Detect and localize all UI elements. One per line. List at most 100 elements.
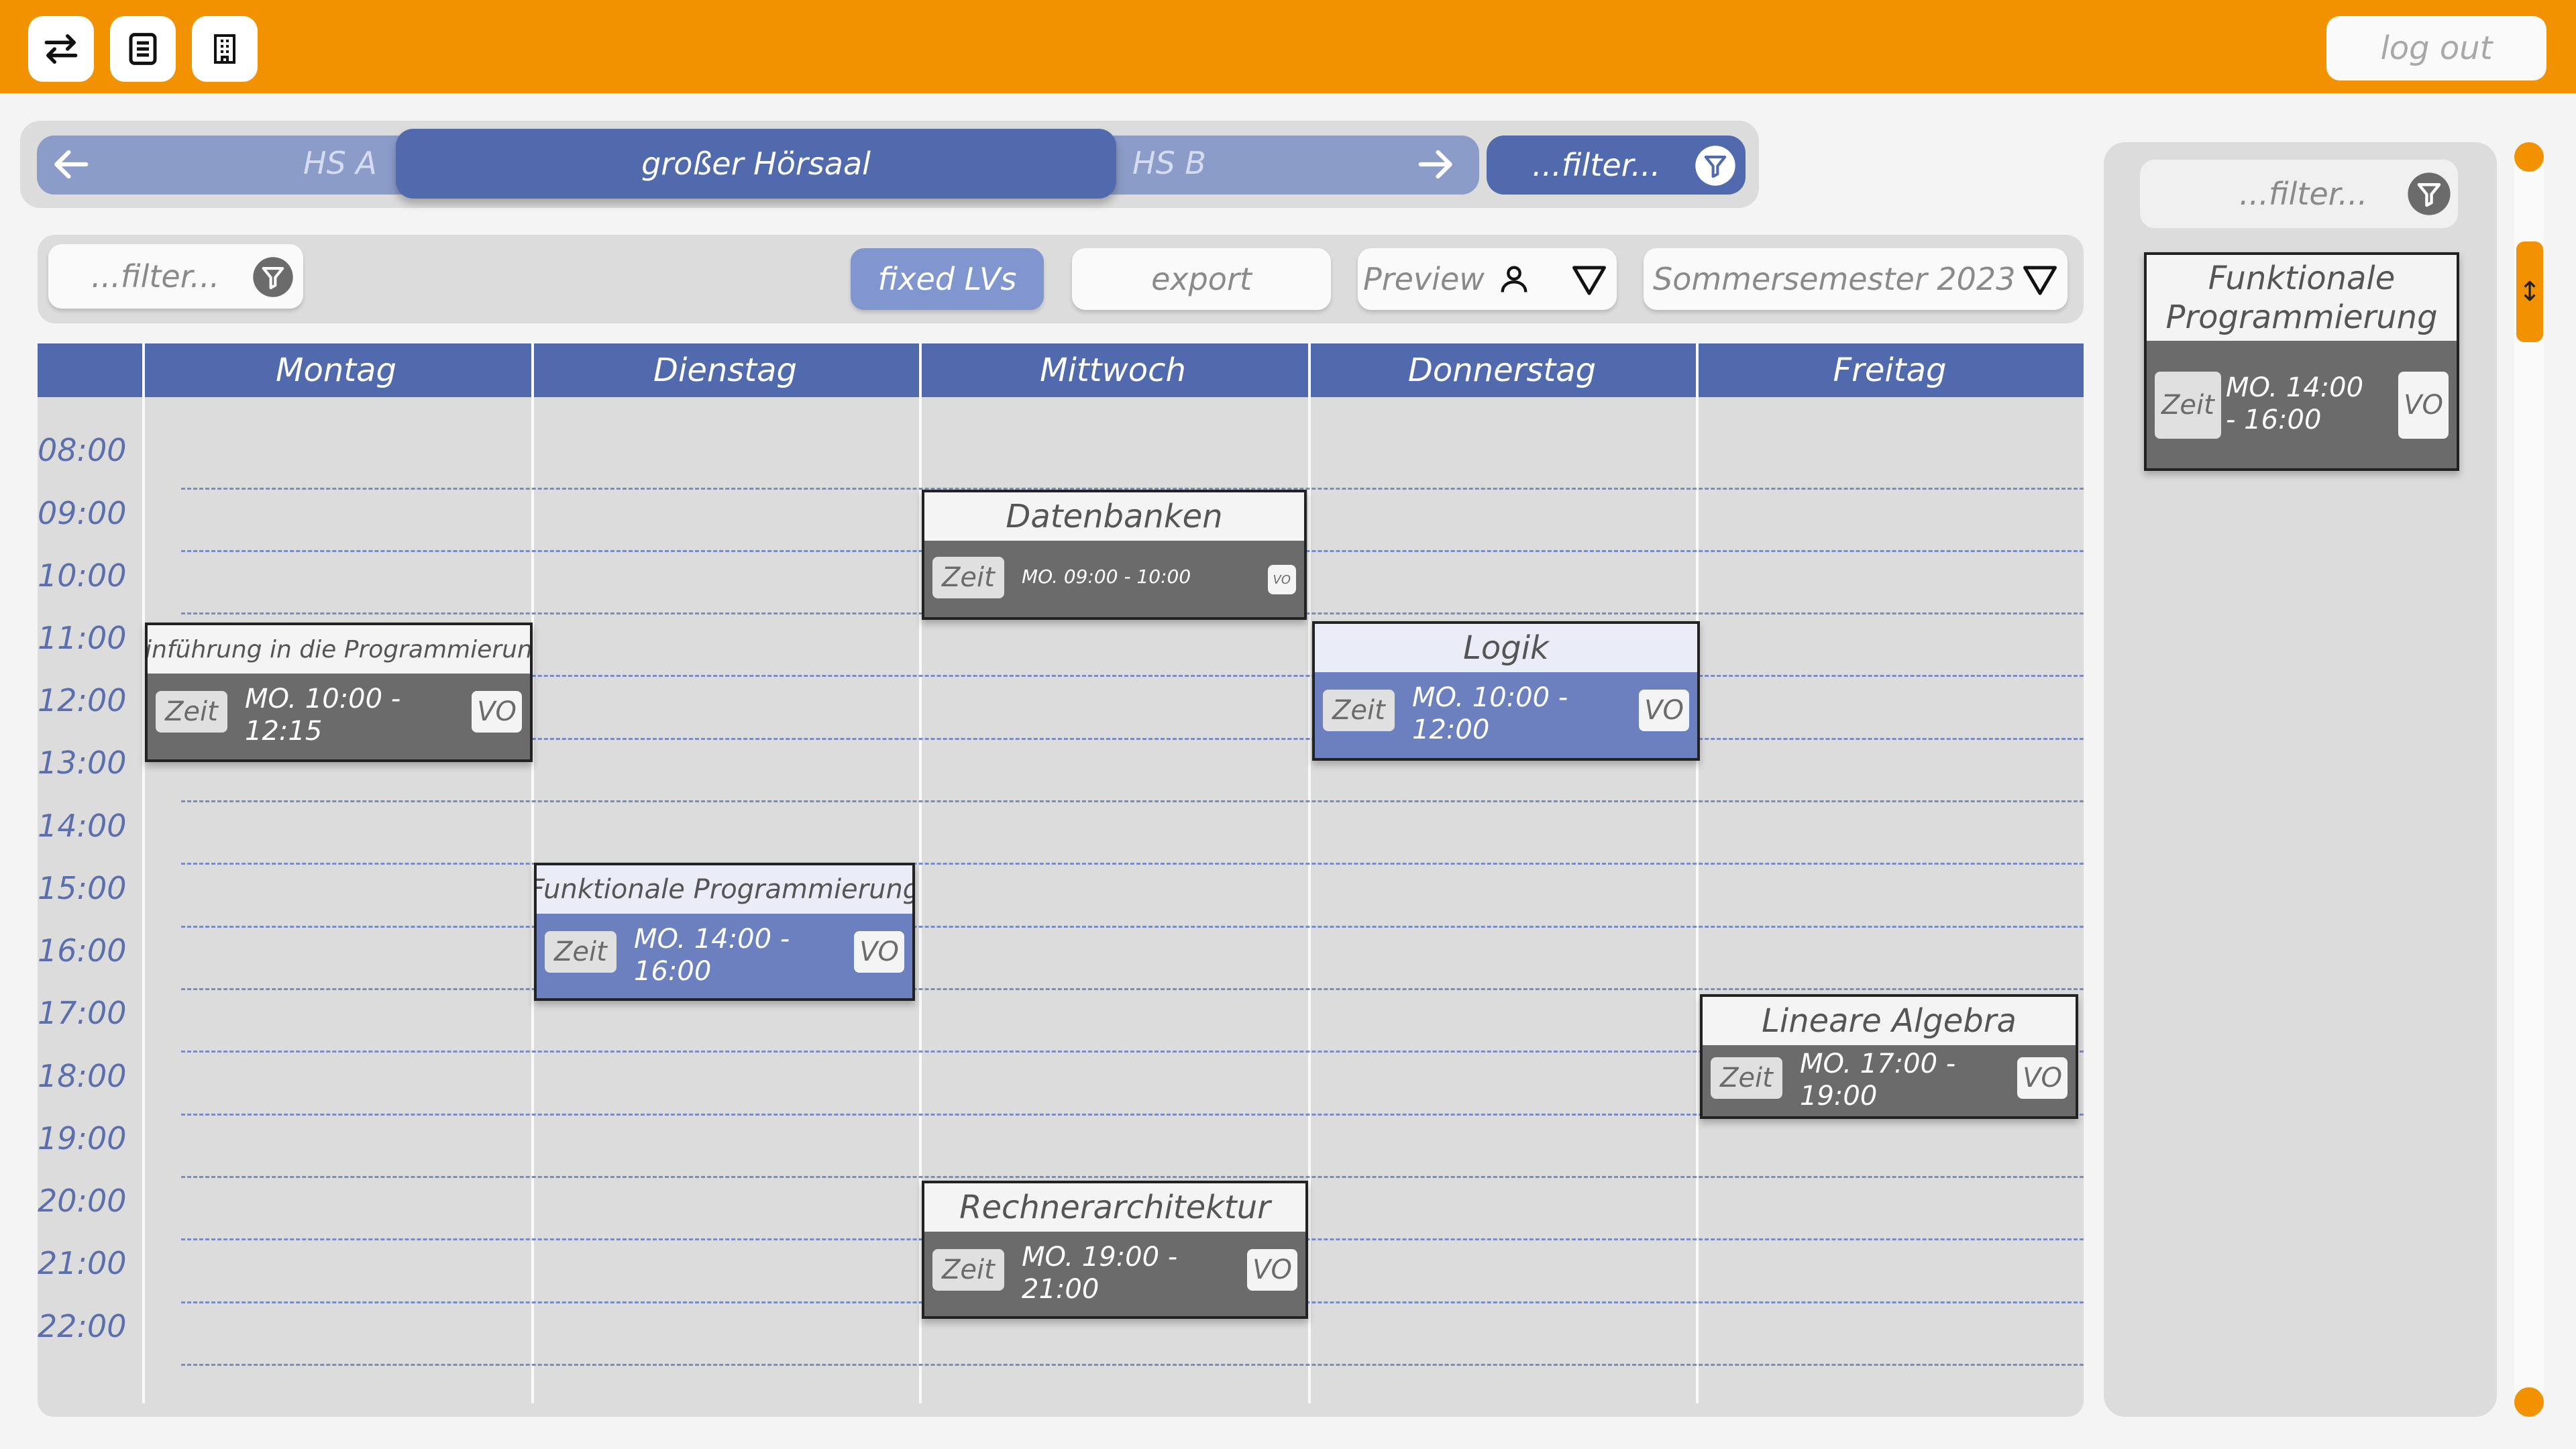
day-divider	[142, 343, 145, 1403]
event-time: MO. 19:00 - 21:00	[1022, 1242, 1178, 1305]
event-time-tag: Zeit	[545, 931, 616, 973]
calendar-filter-placeholder: ...filter...	[91, 258, 220, 294]
event-time: MO. 10:00 - 12:00	[1412, 682, 1568, 745]
event-time-tag: Zeit	[2155, 372, 2221, 439]
event-title: Rechnerarchitektur	[924, 1183, 1305, 1232]
event-title: Funktionale Programmierung	[537, 865, 912, 914]
event-title: Logik	[1315, 624, 1697, 672]
event-card[interactable]: Logik Zeit MO. 10:00 - 12:00 VO	[1312, 621, 1700, 761]
chevron-down-icon	[1572, 266, 1606, 295]
time-label: 08:00	[38, 432, 127, 468]
fixed-lvs-button[interactable]: fixed LVs	[851, 248, 1044, 310]
grid-line	[181, 926, 2084, 928]
unassigned-event-card[interactable]: Funktionale Programmierung Zeit MO. 14:0…	[2144, 252, 2459, 471]
day-header-montag: Montag	[276, 352, 396, 389]
time-label: 16:00	[38, 932, 127, 969]
export-button[interactable]: export	[1072, 248, 1331, 310]
swap-arrows-icon	[44, 34, 78, 64]
building-button[interactable]	[192, 16, 258, 82]
preview-label: Preview	[1363, 261, 1485, 297]
event-time: MO. 10:00 - 12:15	[245, 684, 401, 747]
swap-button[interactable]	[28, 16, 94, 82]
event-type-badge: VO	[2398, 372, 2449, 439]
filter-icon	[2408, 172, 2451, 215]
building-icon	[214, 34, 235, 64]
scroll-up-handle[interactable]	[2514, 142, 2544, 172]
prev-room-button[interactable]	[47, 144, 94, 188]
event-title: Funktionale Programmierung	[2147, 255, 2457, 341]
calendar-filter-input[interactable]: ...filter...	[48, 244, 303, 309]
event-card[interactable]: Funktionale Programmierung Zeit MO. 14:0…	[534, 863, 915, 1001]
grid-line	[181, 800, 2084, 802]
event-card[interactable]: Lineare Algebra Zeit MO. 17:00 - 19:00 V…	[1700, 994, 2078, 1119]
time-label: 09:00	[38, 495, 127, 531]
event-time: MO. 17:00 - 19:00	[1800, 1049, 1956, 1112]
event-type-badge: VO	[472, 691, 522, 733]
event-title: Datenbanken	[924, 492, 1304, 541]
room-filter-placeholder: ...filter...	[1532, 147, 1661, 183]
time-label: 12:00	[38, 682, 127, 718]
document-list-icon	[129, 33, 157, 65]
event-time-tag: Zeit	[1323, 690, 1395, 731]
event-card[interactable]: Datenbanken Zeit MO. 09:00 - 10:00 VO	[922, 490, 1307, 620]
grid-line	[181, 1176, 2084, 1178]
grid-line	[181, 863, 2084, 865]
day-divider	[1308, 343, 1311, 1403]
event-title: Lineare Algebra	[1703, 997, 2076, 1045]
time-label: 18:00	[38, 1058, 127, 1094]
resize-vertical-icon: ↕	[2518, 276, 2541, 307]
room-tab-next[interactable]: HS B	[1132, 145, 1206, 181]
room-tab-current[interactable]: großer Hörsaal	[396, 129, 1116, 199]
day-header-dienstag: Dienstag	[653, 352, 797, 389]
event-time: MO. 14:00 - 16:00	[634, 924, 790, 987]
arrow-left-icon	[54, 150, 89, 179]
time-label: 13:00	[38, 745, 127, 781]
scroll-down-handle[interactable]	[2514, 1387, 2544, 1417]
time-label: 21:00	[38, 1245, 127, 1281]
arrow-right-icon	[1418, 150, 1452, 179]
person-icon	[1501, 266, 1527, 292]
time-label: 10:00	[38, 557, 127, 594]
room-tab-prev[interactable]: HS A	[303, 145, 377, 181]
event-card[interactable]: Rechnerarchitektur Zeit MO. 19:00 - 21:0…	[922, 1181, 1308, 1319]
event-type-badge: VO	[854, 931, 904, 973]
event-type-badge: VO	[2017, 1057, 2068, 1099]
event-time-tag: Zeit	[932, 557, 1004, 598]
event-type-badge: VO	[1639, 690, 1689, 731]
event-time-tag: Zeit	[932, 1249, 1004, 1291]
semester-label: Sommersemester 2023	[1653, 261, 2016, 297]
day-header-donnerstag: Donnerstag	[1407, 352, 1597, 389]
filter-icon	[1695, 146, 1735, 186]
event-type-badge: VO	[1267, 565, 1296, 594]
time-label: 17:00	[38, 995, 127, 1031]
event-type-badge: VO	[1247, 1249, 1297, 1291]
scrollbar-thumb[interactable]: ↕	[2516, 241, 2543, 342]
event-time: MO. 09:00 - 10:00	[1022, 566, 1191, 588]
day-header-freitag: Freitag	[1833, 352, 1947, 389]
side-filter-input[interactable]: ...filter...	[2140, 160, 2458, 228]
event-time-tag: Zeit	[1711, 1057, 1782, 1099]
filter-icon	[253, 257, 293, 297]
logout-button[interactable]: log out	[2326, 16, 2546, 80]
preview-dropdown[interactable]: Preview	[1358, 248, 1617, 310]
event-time: MO. 14:00 - 16:00	[2226, 372, 2364, 435]
list-button[interactable]	[110, 16, 176, 82]
grid-line	[181, 1364, 2084, 1366]
time-label: 19:00	[38, 1120, 127, 1157]
time-label: 22:00	[38, 1308, 127, 1344]
side-filter-placeholder: ...filter...	[2239, 176, 2368, 212]
event-card[interactable]: Einführung in die Programmierung Zeit MO…	[145, 623, 533, 762]
day-header-mittwoch: Mittwoch	[1040, 352, 1186, 389]
time-label: 20:00	[38, 1183, 127, 1219]
semester-dropdown[interactable]: Sommersemester 2023	[1644, 248, 2068, 310]
day-divider	[1696, 343, 1699, 1403]
event-time-tag: Zeit	[156, 691, 227, 733]
grid-line	[181, 988, 2084, 990]
next-room-button[interactable]	[1413, 144, 1460, 188]
room-filter-input[interactable]: ...filter...	[1487, 136, 1746, 195]
event-title: Einführung in die Programmierung	[148, 625, 530, 674]
time-label: 14:00	[38, 808, 127, 844]
top-bar	[0, 0, 2576, 93]
chevron-down-icon	[2023, 266, 2057, 295]
time-label: 11:00	[38, 620, 127, 656]
